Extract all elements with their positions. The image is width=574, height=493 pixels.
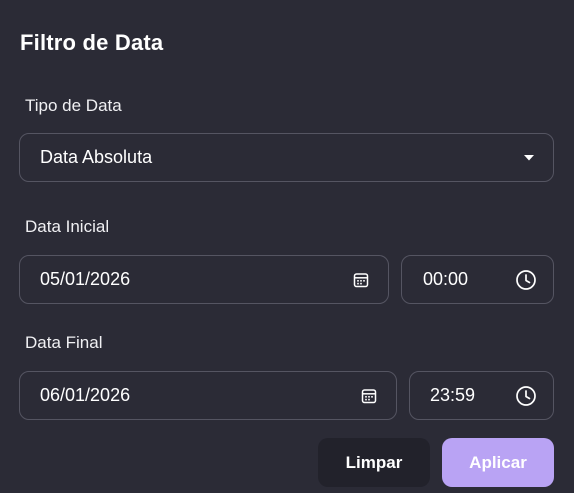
end-date-label: Data Final: [25, 333, 103, 352]
date-type-select[interactable]: Data Absoluta: [19, 133, 554, 182]
end-time-value: 23:59: [430, 385, 476, 405]
date-type-label: Tipo de Data: [25, 96, 122, 115]
end-date-value: 06/01/2026: [40, 385, 131, 405]
date-type-value: Data Absoluta: [40, 147, 153, 167]
start-date-input[interactable]: 05/01/2026: [19, 255, 389, 304]
clock-icon[interactable]: [515, 385, 537, 407]
clear-button[interactable]: Limpar: [318, 438, 430, 487]
end-date-input[interactable]: 06/01/2026: [19, 371, 397, 420]
start-date-label: Data Inicial: [25, 217, 110, 236]
end-time-input[interactable]: 23:59: [409, 371, 554, 420]
clock-icon[interactable]: [515, 269, 537, 291]
date-filter-panel: Filtro de Data Tipo de Data Data Absolut…: [0, 0, 574, 493]
calendar-icon[interactable]: [360, 387, 378, 405]
caret-down-icon: [523, 154, 535, 162]
apply-button[interactable]: Aplicar: [442, 438, 554, 487]
panel-title: Filtro de Data: [20, 30, 164, 55]
start-time-input[interactable]: 00:00: [401, 255, 554, 304]
calendar-icon[interactable]: [352, 271, 370, 289]
start-time-value: 00:00: [423, 269, 469, 289]
start-date-value: 05/01/2026: [40, 269, 131, 289]
